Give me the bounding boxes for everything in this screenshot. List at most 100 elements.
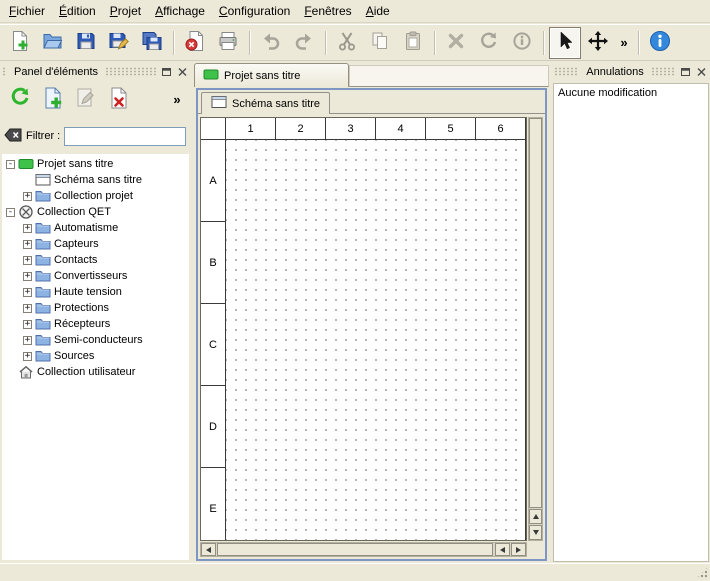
save-as-button[interactable] (103, 27, 135, 59)
new-file-button[interactable] (4, 27, 36, 59)
schema-canvas[interactable]: 1 2 3 4 5 6 A B C D E (200, 117, 527, 541)
folder-icon (35, 268, 51, 284)
rotate-button[interactable] (473, 27, 505, 59)
open-file-button[interactable] (37, 27, 69, 59)
save-all-button[interactable] (136, 27, 168, 59)
horizontal-scrollbar[interactable] (200, 542, 527, 557)
expand-icon[interactable]: + (23, 288, 32, 297)
tree-item-schema-sans-titre[interactable]: Schéma sans titre (2, 172, 189, 188)
ruler-row-label: A (201, 140, 226, 222)
expand-icon[interactable]: + (23, 256, 32, 265)
tab-schema-sans-titre[interactable]: Schéma sans titre (201, 92, 330, 114)
tree-item-label: Haute tension (54, 286, 122, 298)
expand-icon[interactable]: + (23, 320, 32, 329)
print-icon (217, 30, 239, 55)
tree-item-collection-projet[interactable]: + Collection projet (2, 188, 189, 204)
close-dock-button[interactable] (694, 65, 708, 78)
collapse-icon[interactable]: - (6, 208, 15, 217)
pan-mode-button[interactable] (582, 27, 614, 59)
info-blue-icon (649, 30, 671, 55)
menu-configuration[interactable]: Configuration (212, 1, 297, 21)
ruler-column-label: 4 (376, 118, 426, 140)
toolbar-extension-button[interactable]: » (615, 27, 633, 59)
select-mode-button[interactable] (549, 27, 581, 59)
vertical-scrollbar-thumb[interactable] (529, 118, 542, 508)
expand-icon[interactable]: + (23, 336, 32, 345)
folder-icon (35, 220, 51, 236)
tree-item-capteurs[interactable]: + Capteurs (2, 236, 189, 252)
tree-item-collection-utilisateur[interactable]: Collection utilisateur (2, 364, 189, 380)
scroll-left-button-2[interactable] (495, 543, 510, 556)
expand-icon[interactable]: + (23, 240, 32, 249)
tree-item-contacts[interactable]: + Contacts (2, 252, 189, 268)
arrow-left-icon (500, 547, 505, 553)
copy-button[interactable] (364, 27, 396, 59)
tree-item-label: Contacts (54, 254, 97, 266)
scroll-right-button[interactable] (511, 543, 526, 556)
cut-button[interactable] (331, 27, 363, 59)
paste-button[interactable] (397, 27, 429, 59)
menu-edition[interactable]: Édition (52, 1, 103, 21)
copy-icon (369, 30, 391, 55)
move-icon (587, 30, 609, 55)
arrow-down-icon (533, 530, 539, 535)
toolbar-separator (173, 31, 174, 55)
close-dock-button[interactable] (175, 65, 189, 78)
collapse-icon[interactable]: - (6, 160, 15, 169)
expand-icon[interactable]: + (23, 352, 32, 361)
panel-extension-button[interactable]: » (168, 89, 186, 109)
project-info-button[interactable] (644, 27, 676, 59)
tree-item-convertisseurs[interactable]: + Convertisseurs (2, 268, 189, 284)
scroll-left-button[interactable] (201, 543, 216, 556)
new-element-button[interactable] (38, 84, 68, 114)
tree-item-label: Protections (54, 302, 109, 314)
open-file-icon (42, 30, 64, 55)
delete-button[interactable] (440, 27, 472, 59)
undo-history-list[interactable]: Aucune modification (553, 83, 709, 562)
folder-icon (35, 348, 51, 364)
redo-button[interactable] (288, 27, 320, 59)
undo-button[interactable] (255, 27, 287, 59)
expand-icon[interactable]: + (23, 272, 32, 281)
print-button[interactable] (212, 27, 244, 59)
menu-projet[interactable]: Projet (103, 1, 148, 21)
expand-icon[interactable]: + (23, 192, 32, 201)
tree-item-automatisme[interactable]: + Automatisme (2, 220, 189, 236)
toolbar-separator (249, 31, 250, 55)
tree-item-protections[interactable]: + Protections (2, 300, 189, 316)
expand-icon[interactable]: + (23, 224, 32, 233)
tree-item-collection-qet[interactable]: - Collection QET (2, 204, 189, 220)
float-dock-button[interactable] (159, 65, 173, 78)
resize-grip[interactable] (696, 566, 709, 579)
reload-collections-button[interactable] (5, 84, 35, 114)
delete-element-button[interactable] (104, 84, 134, 114)
tree-item-projet-sans-titre[interactable]: - Projet sans titre (2, 156, 189, 172)
select-arrow-icon (554, 30, 576, 55)
menu-fichier[interactable]: Fichier (2, 1, 52, 21)
tree-item-haute-tension[interactable]: + Haute tension (2, 284, 189, 300)
object-info-button[interactable] (506, 27, 538, 59)
scroll-up-button[interactable] (529, 509, 542, 524)
menu-fenetres[interactable]: Fenêtres (297, 1, 358, 21)
project-subwindow: Schéma sans titre 1 2 3 4 5 6 A (196, 88, 547, 561)
save-button[interactable] (70, 27, 102, 59)
scroll-down-button[interactable] (529, 525, 542, 540)
filter-input[interactable] (64, 127, 186, 146)
menu-aide[interactable]: Aide (359, 1, 397, 21)
ruler-column-label: 5 (426, 118, 476, 140)
edit-element-button[interactable] (71, 84, 101, 114)
tree-item-sources[interactable]: + Sources (2, 348, 189, 364)
close-file-button[interactable] (179, 27, 211, 59)
grid-paper[interactable] (226, 140, 526, 540)
horizontal-scrollbar-thumb[interactable] (217, 543, 493, 556)
vertical-scrollbar[interactable] (528, 117, 543, 541)
float-icon (681, 64, 690, 79)
expand-icon[interactable]: + (23, 304, 32, 313)
clear-filter-icon[interactable] (4, 128, 22, 145)
tree-item-semi-conducteurs[interactable]: + Semi-conducteurs (2, 332, 189, 348)
menu-affichage[interactable]: Affichage (148, 1, 212, 21)
float-dock-button[interactable] (678, 65, 692, 78)
folder-icon (35, 252, 51, 268)
tab-projet-sans-titre[interactable]: Projet sans titre (194, 63, 349, 87)
tree-item-recepteurs[interactable]: + Récepteurs (2, 316, 189, 332)
